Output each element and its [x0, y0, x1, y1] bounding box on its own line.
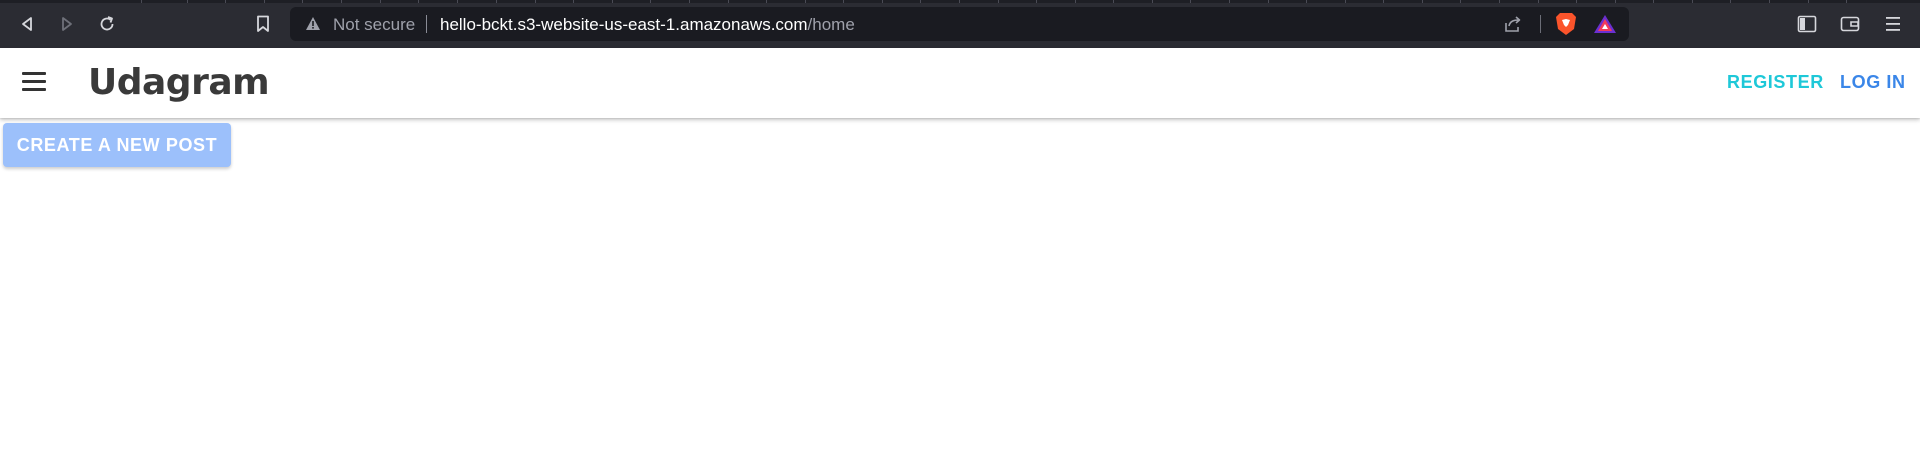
app-title: Udagram: [88, 62, 270, 103]
address-divider: [1540, 15, 1541, 33]
url-text[interactable]: hello-bckt.s3-website-us-east-1.amazonaw…: [440, 15, 855, 35]
address-bar[interactable]: Not secure hello-bckt.s3-website-us-east…: [290, 7, 1629, 41]
brave-shield-icon[interactable]: [1555, 12, 1577, 36]
tab-strip: [0, 0, 1920, 3]
menu-icon: [1886, 17, 1900, 31]
login-link[interactable]: LOG IN: [1840, 72, 1906, 93]
bookmark-icon: [257, 15, 269, 32]
sidebar-icon: [1797, 15, 1817, 33]
warning-icon: [306, 17, 320, 30]
share-icon[interactable]: [1503, 14, 1523, 34]
register-link[interactable]: REGISTER: [1727, 72, 1824, 93]
brave-rewards-icon[interactable]: [1593, 14, 1617, 34]
back-icon: [22, 17, 32, 31]
forward-button[interactable]: [54, 11, 80, 37]
create-post-button[interactable]: CREATE A NEW POST: [3, 123, 231, 167]
reload-icon: [100, 16, 114, 31]
back-button[interactable]: [14, 11, 40, 37]
browser-chrome: Not secure hello-bckt.s3-website-us-east…: [0, 0, 1920, 48]
url-path: /home: [807, 15, 855, 34]
address-divider: [426, 15, 427, 33]
reload-button[interactable]: [94, 11, 120, 37]
bookmark-button[interactable]: [250, 11, 276, 37]
url-host: hello-bckt.s3-website-us-east-1.amazonaw…: [440, 15, 808, 34]
browser-menu-button[interactable]: [1880, 11, 1906, 37]
security-indicator[interactable]: Not secure: [333, 15, 415, 35]
wallet-icon: [1840, 16, 1860, 32]
forward-icon: [62, 17, 72, 31]
app-toolbar: Udagram REGISTER LOG IN: [0, 48, 1920, 118]
sidebar-button[interactable]: [1794, 11, 1820, 37]
hamburger-menu-icon[interactable]: [22, 72, 48, 92]
wallet-button[interactable]: [1837, 11, 1863, 37]
